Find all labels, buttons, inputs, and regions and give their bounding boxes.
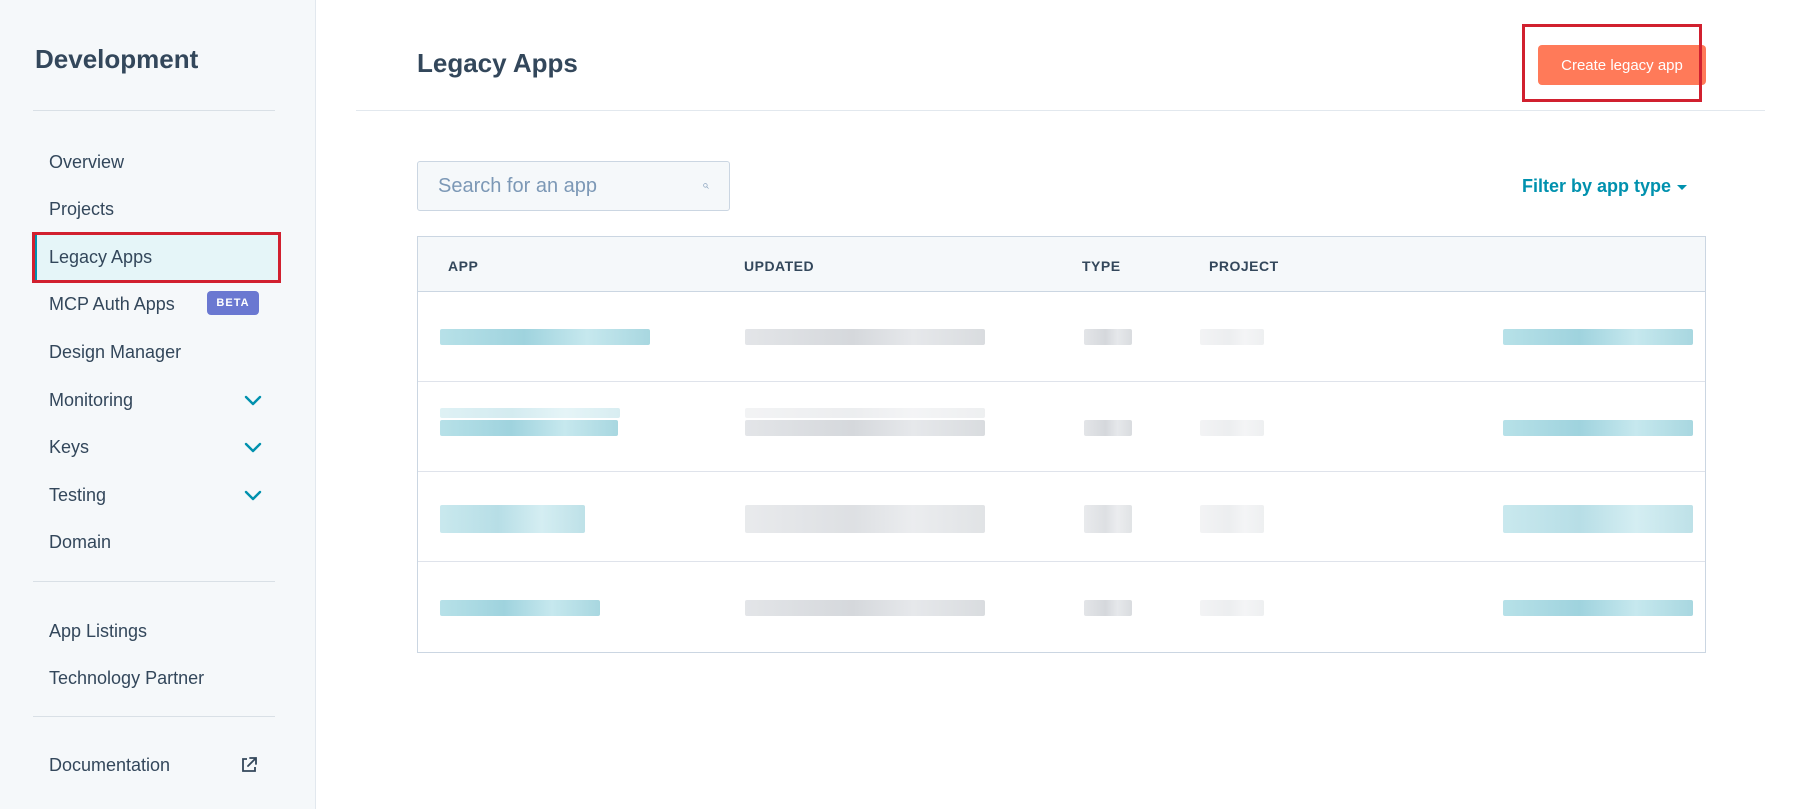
sidebar-item-domain[interactable]: Domain	[34, 519, 278, 565]
page-title: Legacy Apps	[417, 48, 578, 78]
redacted-type	[1084, 420, 1132, 436]
redacted-updated	[745, 329, 985, 345]
sidebar-item-label: Overview	[49, 151, 125, 172]
search-input[interactable]	[438, 174, 703, 198]
sidebar-item-app-listings[interactable]: App Listings	[34, 608, 278, 654]
redacted-action[interactable]	[1503, 505, 1693, 533]
sidebar-item-label: Domain	[49, 531, 112, 552]
sidebar-item-documentation[interactable]: Documentation	[34, 742, 278, 788]
search-icon[interactable]	[703, 176, 709, 196]
redacted-project	[1200, 505, 1264, 533]
redacted-app-name[interactable]	[440, 329, 650, 345]
sidebar-item-technology-partner[interactable]: Technology Partner	[34, 655, 278, 701]
table-header: APP UPDATED TYPE PROJECT	[418, 237, 1705, 292]
filter-label: Filter by app type	[1522, 176, 1672, 196]
column-header-type[interactable]: TYPE	[1082, 258, 1121, 274]
sidebar-item-overview[interactable]: Overview	[34, 139, 278, 185]
sidebar-item-label: Technology Partner	[49, 667, 205, 688]
column-header-updated[interactable]: UPDATED	[744, 258, 814, 274]
sidebar-divider	[33, 716, 275, 717]
sidebar-item-label: App Listings	[49, 620, 148, 641]
redacted-updated	[745, 505, 985, 533]
sidebar-item-monitoring[interactable]: Monitoring	[34, 377, 278, 423]
sidebar-item-label: Keys	[49, 436, 90, 457]
search-box	[417, 161, 730, 211]
sidebar-divider	[33, 581, 275, 582]
sidebar-item-label: Legacy Apps	[49, 246, 153, 267]
table-row[interactable]	[418, 472, 1705, 562]
redacted-type	[1084, 505, 1132, 533]
sidebar-item-label: Testing	[49, 484, 107, 505]
redacted-updated	[745, 600, 985, 616]
chevron-down-icon[interactable]	[242, 389, 264, 411]
redacted-action[interactable]	[1503, 600, 1693, 616]
sidebar-item-label: MCP Auth Apps	[49, 293, 175, 314]
sidebar-item-projects[interactable]: Projects	[34, 186, 278, 232]
external-link-icon	[242, 757, 257, 772]
beta-badge: BETA	[207, 291, 259, 315]
redacted-action[interactable]	[1503, 329, 1693, 345]
sidebar-item-label: Documentation	[49, 754, 171, 775]
chevron-down-icon[interactable]	[242, 436, 264, 458]
table-row[interactable]	[418, 382, 1705, 472]
redacted-type	[1084, 600, 1132, 616]
redacted-project	[1200, 329, 1264, 345]
sidebar-item-testing[interactable]: Testing	[34, 472, 278, 518]
sidebar-divider	[33, 110, 275, 111]
redacted-project	[1200, 420, 1264, 436]
redacted-updated	[745, 408, 985, 418]
redacted-type	[1084, 329, 1132, 345]
caret-down-icon	[1677, 184, 1688, 190]
table-row[interactable]	[418, 292, 1705, 382]
table-row[interactable]	[418, 562, 1705, 652]
sidebar-item-label: Projects	[49, 198, 115, 219]
redacted-app-name	[440, 408, 620, 418]
header-divider	[356, 110, 1765, 111]
sidebar-item-keys[interactable]: Keys	[34, 424, 278, 470]
column-header-app[interactable]: APP	[448, 258, 478, 274]
redacted-app-name[interactable]	[440, 505, 585, 533]
sidebar-item-label: Monitoring	[49, 389, 134, 410]
redacted-app-name[interactable]	[440, 420, 618, 436]
redacted-action[interactable]	[1503, 420, 1693, 436]
sidebar-item-legacy-apps[interactable]: Legacy Apps	[34, 234, 278, 280]
sidebar-item-label: Design Manager	[49, 341, 182, 362]
column-header-project[interactable]: PROJECT	[1209, 258, 1279, 274]
sidebar-title: Development	[35, 44, 199, 74]
apps-table: APP UPDATED TYPE PROJECT	[417, 236, 1706, 653]
sidebar: Development Overview Projects Legacy App…	[0, 0, 316, 809]
main-content: Legacy Apps Create legacy app Filter by …	[316, 0, 1805, 809]
redacted-app-name[interactable]	[440, 600, 600, 616]
redacted-project	[1200, 600, 1264, 616]
redacted-updated	[745, 420, 985, 436]
create-legacy-app-button[interactable]: Create legacy app	[1538, 45, 1706, 85]
chevron-down-icon[interactable]	[242, 484, 264, 506]
filter-by-app-type-dropdown[interactable]: Filter by app type	[1522, 176, 1688, 197]
sidebar-item-design-manager[interactable]: Design Manager	[34, 329, 278, 375]
